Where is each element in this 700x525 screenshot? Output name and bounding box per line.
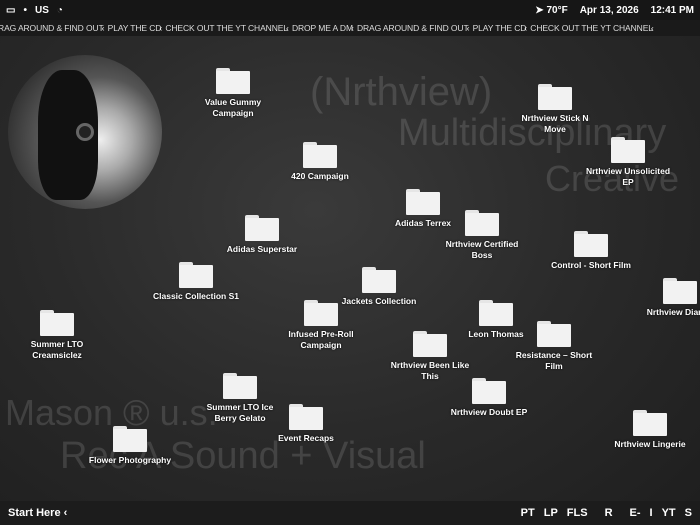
desktop-folder[interactable]: Nrthview Diaries xyxy=(635,278,700,318)
cd-hole xyxy=(76,123,94,141)
folder-icon xyxy=(413,331,447,357)
folder-icon xyxy=(472,378,506,404)
folder-label: Value Gummy Campaign xyxy=(204,97,262,118)
folder-icon xyxy=(362,267,396,293)
folder-icon xyxy=(289,404,323,430)
location-icon: ➤ xyxy=(535,4,544,16)
folder-icon xyxy=(633,410,667,436)
desktop-folder[interactable]: Nrthview Lingerie xyxy=(605,410,695,450)
folder-label: Classic Collection S1 xyxy=(153,291,239,301)
folder-label: 420 Campaign xyxy=(291,171,349,181)
folder-icon xyxy=(465,210,499,236)
desktop-folder[interactable]: Infused Pre-Roll Campaign xyxy=(276,300,366,350)
sidebar-icon[interactable]: ▭ xyxy=(6,5,15,16)
nav-link-r[interactable]: R xyxy=(605,507,613,519)
folder-label: Nrthview Doubt EP xyxy=(450,407,528,417)
language-indicator[interactable]: US xyxy=(35,5,49,16)
folder-label: Adidas Superstar xyxy=(226,244,298,254)
nav-link-lp[interactable]: LP xyxy=(544,507,558,519)
desktop-folder[interactable]: Control - Short Film xyxy=(546,231,636,271)
start-here-button[interactable]: Start Here ‹ xyxy=(8,507,67,519)
nav-link-pt[interactable]: PT xyxy=(521,507,535,519)
folder-icon xyxy=(574,231,608,257)
nav-link-s[interactable]: S xyxy=(685,507,692,519)
ticker-item[interactable]: DRAG AROUND & FIND OUT xyxy=(0,23,104,33)
time: 12:41 PM xyxy=(650,4,694,16)
desktop-folder[interactable]: Value Gummy Campaign xyxy=(188,68,278,118)
desktop-folder[interactable]: Flower Photography xyxy=(85,426,175,466)
nav-link-fls[interactable]: FLS xyxy=(567,507,588,519)
folder-icon xyxy=(611,137,645,163)
desktop-folder[interactable]: Adidas Superstar xyxy=(217,215,307,255)
folder-label: Summer LTO Creamsiclez xyxy=(30,339,84,360)
ticker-item[interactable]: CHECK OUT THE YT CHANNEL xyxy=(530,23,653,33)
desktop-folder[interactable]: Nrthview Been Like This xyxy=(385,331,475,381)
dot-icon: • xyxy=(23,4,27,16)
desktop-folder[interactable]: Summer LTO Creamsiclez xyxy=(12,310,102,360)
weather: 70°F xyxy=(546,4,568,16)
folder-icon xyxy=(537,321,571,347)
folder-label: Nrthview Diaries xyxy=(646,307,700,317)
folder-label: Control - Short Film xyxy=(551,260,631,270)
folder-icon xyxy=(245,215,279,241)
desktop-folder[interactable]: Nrthview Certified Boss xyxy=(437,210,527,260)
ticker-item[interactable]: DROP ME A DM xyxy=(292,23,353,33)
folder-label: Infused Pre-Roll Campaign xyxy=(288,329,354,350)
folder-icon xyxy=(663,278,697,304)
folder-label: Nrthview Certified Boss xyxy=(445,239,519,260)
ticker-item[interactable]: PLAY THE CD xyxy=(108,23,162,33)
folder-icon xyxy=(538,84,572,110)
desktop-folder[interactable]: Nrthview Unsolicited EP xyxy=(583,137,673,187)
ticker-item[interactable]: PLAY THE CD xyxy=(473,23,527,33)
desktop-folder[interactable]: Classic Collection S1 xyxy=(151,262,241,302)
folder-icon xyxy=(304,300,338,326)
clock-icon[interactable]: ◔ xyxy=(57,5,63,16)
folder-icon xyxy=(40,310,74,336)
desktop-folder[interactable]: Event Recaps xyxy=(261,404,351,444)
play-cd[interactable] xyxy=(8,55,162,209)
menu-bar: ▭ • US ◔ ➤ 70°F Apr 13, 2026 12:41 PM xyxy=(0,0,700,20)
nav-link-yt[interactable]: YT xyxy=(662,507,676,519)
folder-icon xyxy=(303,142,337,168)
ticker-item[interactable]: CHECK OUT THE YT CHANNEL xyxy=(165,23,288,33)
desktop-folder[interactable]: Nrthview Doubt EP xyxy=(444,378,534,418)
folder-icon xyxy=(223,373,257,399)
folder-label: Event Recaps xyxy=(278,433,334,443)
ticker-marquee: DRAG AROUND & FIND OUT ‹ PLAY THE CD ‹ CHECK… xyxy=(0,20,700,36)
folder-label: Nrthview Unsolicited EP xyxy=(585,166,671,187)
folder-icon xyxy=(216,68,250,94)
bottom-bar: Start Here ‹ PT LP FLS R E- I YT S xyxy=(0,501,700,525)
folder-icon xyxy=(179,262,213,288)
folder-label: Nrthview Lingerie xyxy=(614,439,686,449)
folder-icon xyxy=(113,426,147,452)
folder-icon xyxy=(479,300,513,326)
folder-label: Nrthview Stick N Move xyxy=(521,113,589,134)
desktop-folder[interactable]: 420 Campaign xyxy=(275,142,365,182)
folder-icon xyxy=(406,189,440,215)
desktop-folder[interactable]: Resistance – Short Film xyxy=(509,321,599,371)
ticker-item[interactable]: DRAG AROUND & FIND OUT xyxy=(357,23,469,33)
date: Apr 13, 2026 xyxy=(579,4,639,16)
nav-link-e[interactable]: E- xyxy=(630,507,641,519)
folder-label: Resistance – Short Film xyxy=(515,350,593,371)
nav-link-i[interactable]: I xyxy=(650,507,653,519)
folder-label: Flower Photography xyxy=(88,455,172,465)
desktop-folder[interactable]: Nrthview Stick N Move xyxy=(510,84,600,134)
